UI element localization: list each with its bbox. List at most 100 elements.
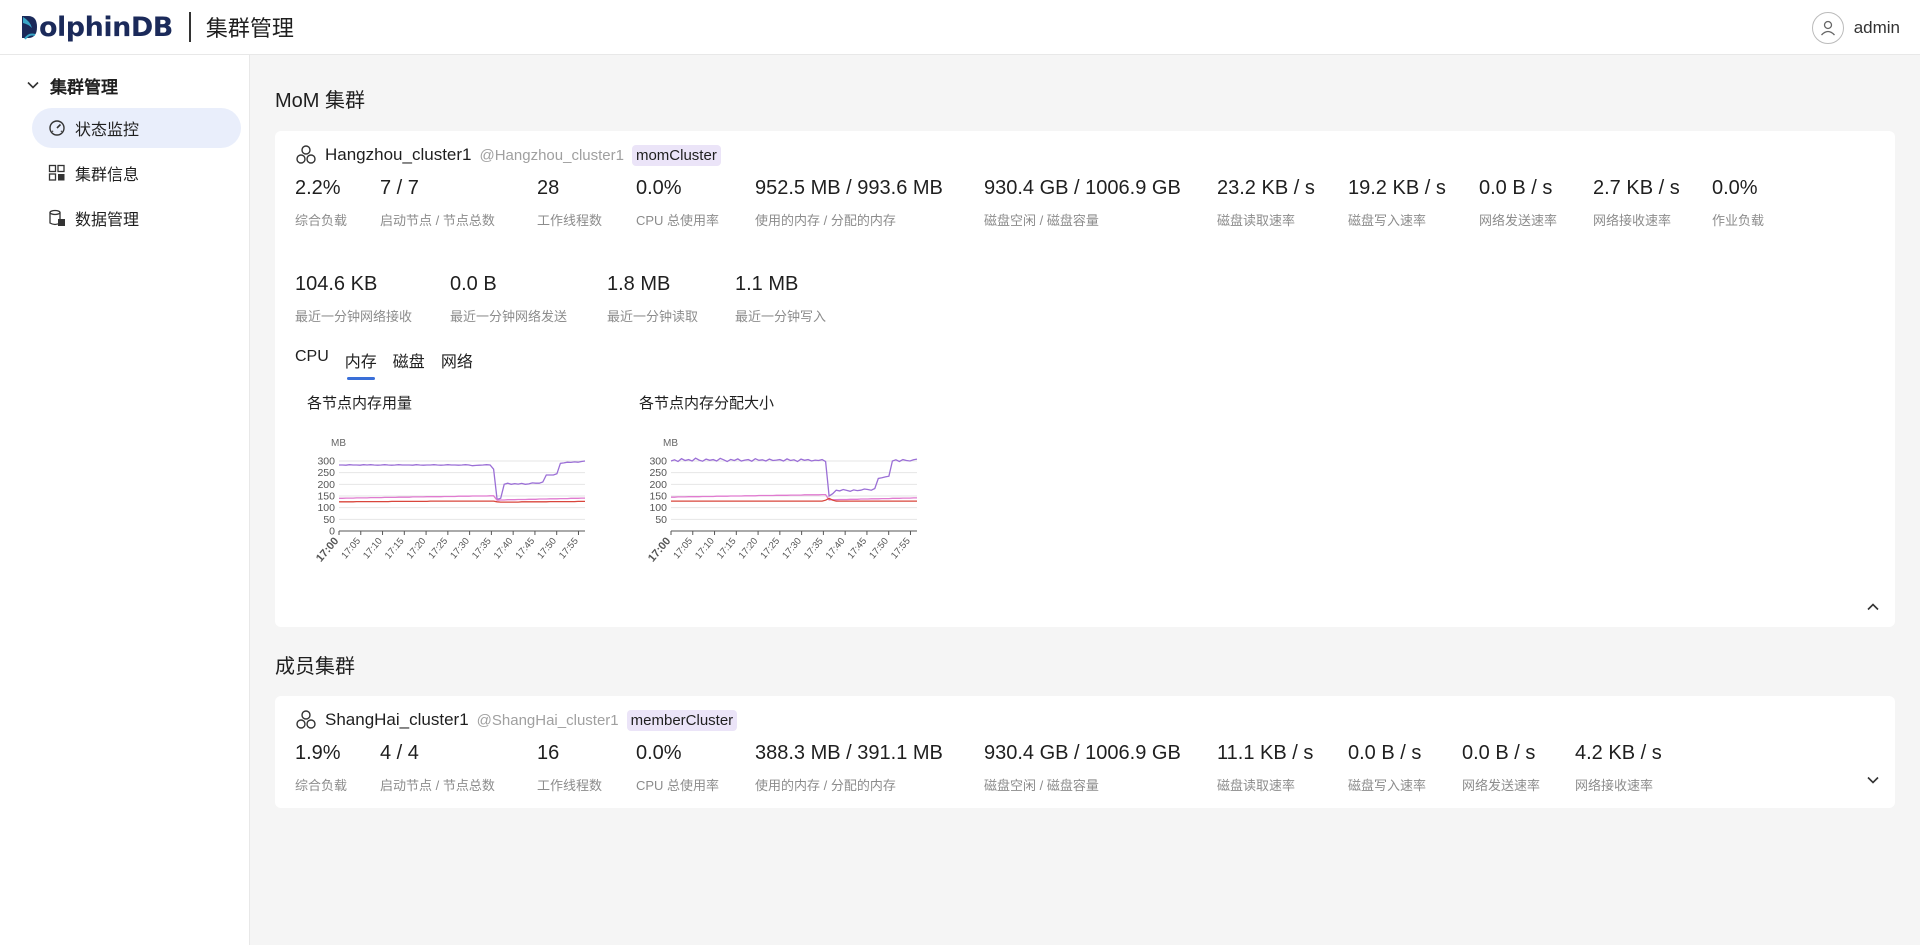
x-tick-label: 17:05: [339, 536, 363, 561]
sidebar-item-label: 集群信息: [75, 167, 140, 184]
metric-item: 23.2 KB / s 磁盘读取速率: [1217, 177, 1315, 229]
x-tick-label: 17:45: [846, 536, 870, 561]
sidebar-group-label: 集群管理: [50, 77, 118, 97]
metric-label: 工作线程数: [537, 778, 603, 793]
mom-cluster-card: Hangzhou_cluster1 @Hangzhou_cluster1 mom…: [275, 131, 1895, 627]
metric-item: 0.0 B / s 网络发送速率: [1462, 742, 1540, 794]
member-cluster-header: ShangHai_cluster1 @ShangHai_cluster1 mem…: [295, 708, 738, 732]
main-content: MoM 集群 Hangzhou_cluster1 @Hangzhou_clust…: [251, 55, 1920, 945]
metric-value: 1.1 MB: [735, 273, 799, 295]
metric-label: 最近一分钟网络发送: [450, 309, 568, 324]
metric-value: 388.3 MB / 391.1 MB: [755, 742, 943, 764]
sidebar-item-status-monitor[interactable]: 状态监控: [32, 108, 241, 148]
metric-label: 启动节点 / 节点总数: [380, 213, 495, 228]
x-tick-label: 17:30: [780, 536, 804, 561]
member-cluster-card: ShangHai_cluster1 @ShangHai_cluster1 mem…: [275, 696, 1895, 808]
tab-network[interactable]: 网络: [441, 348, 473, 380]
metric-label: 磁盘写入速率: [1348, 213, 1427, 228]
y-tick-label: 200: [649, 479, 667, 491]
y-tick-label: 150: [649, 491, 667, 503]
metric-item: 930.4 GB / 1006.9 GB 磁盘空闲 / 磁盘容量: [984, 742, 1181, 794]
metric-item: 7 / 7 启动节点 / 节点总数: [380, 177, 495, 229]
sidebar-group-cluster-management[interactable]: 集群管理: [0, 67, 249, 103]
x-tick-label: 17:45: [514, 536, 538, 561]
metric-value: 104.6 KB: [295, 273, 378, 295]
collapse-button[interactable]: [1863, 597, 1883, 617]
series-line-2: [339, 500, 585, 503]
metric-label: CPU 总使用率: [636, 778, 720, 793]
series-line-1: [671, 493, 917, 501]
mom-cluster-header: Hangzhou_cluster1 @Hangzhou_cluster1 mom…: [295, 143, 721, 167]
metric-label: 作业负载: [1712, 213, 1765, 228]
x-tick-label: 17:15: [383, 536, 407, 561]
metric-label: CPU 总使用率: [636, 213, 720, 228]
cluster-type-tag: memberCluster: [626, 709, 738, 731]
x-tick-label: 17:30: [448, 536, 472, 561]
dolphin-logo-icon: [20, 13, 38, 41]
dolphindb-logo[interactable]: olphinDB: [20, 12, 173, 43]
metric-label: 使用的内存 / 分配的内存: [755, 778, 896, 793]
y-tick-label: 50: [655, 514, 667, 526]
x-tick-label: 17:50: [535, 536, 559, 561]
metric-item: 1.1 MB 最近一分钟写入: [735, 273, 826, 325]
metric-label: 磁盘空闲 / 磁盘容量: [984, 778, 1099, 793]
cluster-name[interactable]: ShangHai_cluster1: [325, 710, 469, 730]
metric-item: 952.5 MB / 993.6 MB 使用的内存 / 分配的内存: [755, 177, 943, 229]
memory-usage-chart: MB05010015020025030017:0017:0517:1017:15…: [314, 438, 586, 564]
x-tick-label: 17:20: [737, 536, 761, 561]
metric-item: 1.8 MB 最近一分钟读取: [607, 273, 698, 325]
metric-item: 19.2 KB / s 磁盘写入速率: [1348, 177, 1446, 229]
tab-cpu[interactable]: CPU: [295, 348, 329, 380]
y-tick-label: 200: [317, 479, 335, 491]
user-menu[interactable]: admin: [1811, 0, 1900, 55]
cluster-name[interactable]: Hangzhou_cluster1: [325, 145, 471, 165]
x-tick-label: 17:25: [758, 536, 782, 561]
metric-item: 1.9% 综合负载: [295, 742, 347, 794]
cluster-alias: @ShangHai_cluster1: [476, 711, 619, 729]
x-tick-label: 17:10: [361, 536, 385, 561]
x-tick-label: 17:05: [671, 536, 695, 561]
metric-value: 1.9%: [295, 742, 341, 764]
y-axis-unit-label: MB: [663, 438, 678, 449]
x-tick-label: 17:50: [867, 536, 891, 561]
metric-label: 最近一分钟网络接收: [295, 309, 413, 324]
metric-item: 16 工作线程数: [537, 742, 602, 794]
metric-value: 19.2 KB / s: [1348, 177, 1446, 199]
metric-item: 4.2 KB / s 网络接收速率: [1575, 742, 1662, 794]
expand-button[interactable]: [1863, 770, 1883, 790]
metric-value: 930.4 GB / 1006.9 GB: [984, 742, 1181, 764]
x-tick-label: 17:40: [824, 536, 848, 561]
metric-value: 0.0%: [636, 742, 682, 764]
top-header: olphinDB 集群管理 admin: [0, 0, 1920, 55]
sidebar-item-cluster-info[interactable]: 集群信息: [32, 153, 241, 193]
x-tick-label: 17:20: [405, 536, 429, 561]
y-tick-label: 100: [317, 502, 335, 514]
metric-label: 磁盘读取速率: [1217, 213, 1296, 228]
tab-memory[interactable]: 内存: [345, 348, 377, 380]
cluster-icon: [295, 709, 317, 731]
series-line-0: [339, 460, 586, 501]
y-tick-label: 250: [317, 467, 335, 479]
metric-value: 4 / 4: [380, 742, 419, 764]
metric-item: 2.2% 综合负载: [295, 177, 347, 229]
cluster-icon: [295, 144, 317, 166]
metric-value: 0.0 B / s: [1462, 742, 1536, 764]
metric-value: 28: [537, 177, 560, 199]
metric-label: 工作线程数: [537, 213, 603, 228]
metric-item: 11.1 KB / s 磁盘读取速率: [1217, 742, 1313, 794]
x-tick-label: 17:00: [646, 535, 673, 564]
metric-value: 952.5 MB / 993.6 MB: [755, 177, 943, 199]
sidebar: 集群管理 状态监控 集群信息 数据管理: [0, 55, 250, 945]
series-line-0: [670, 457, 918, 498]
gauge-icon: [48, 119, 66, 137]
metric-label: 网络接收速率: [1593, 213, 1672, 228]
metric-label: 最近一分钟写入: [735, 309, 827, 324]
sidebar-item-data-management[interactable]: 数据管理: [32, 198, 241, 238]
mom-section-title: MoM 集群: [275, 90, 365, 112]
metric-item: 388.3 MB / 391.1 MB 使用的内存 / 分配的内存: [755, 742, 943, 794]
metric-item: 0.0% CPU 总使用率: [636, 177, 719, 229]
metric-value: 7 / 7: [380, 177, 419, 199]
tab-disk[interactable]: 磁盘: [393, 348, 425, 380]
memory-allocation-chart: MB5010015020025030017:0017:0517:1017:151…: [646, 438, 918, 564]
metric-item: 0.0% CPU 总使用率: [636, 742, 719, 794]
